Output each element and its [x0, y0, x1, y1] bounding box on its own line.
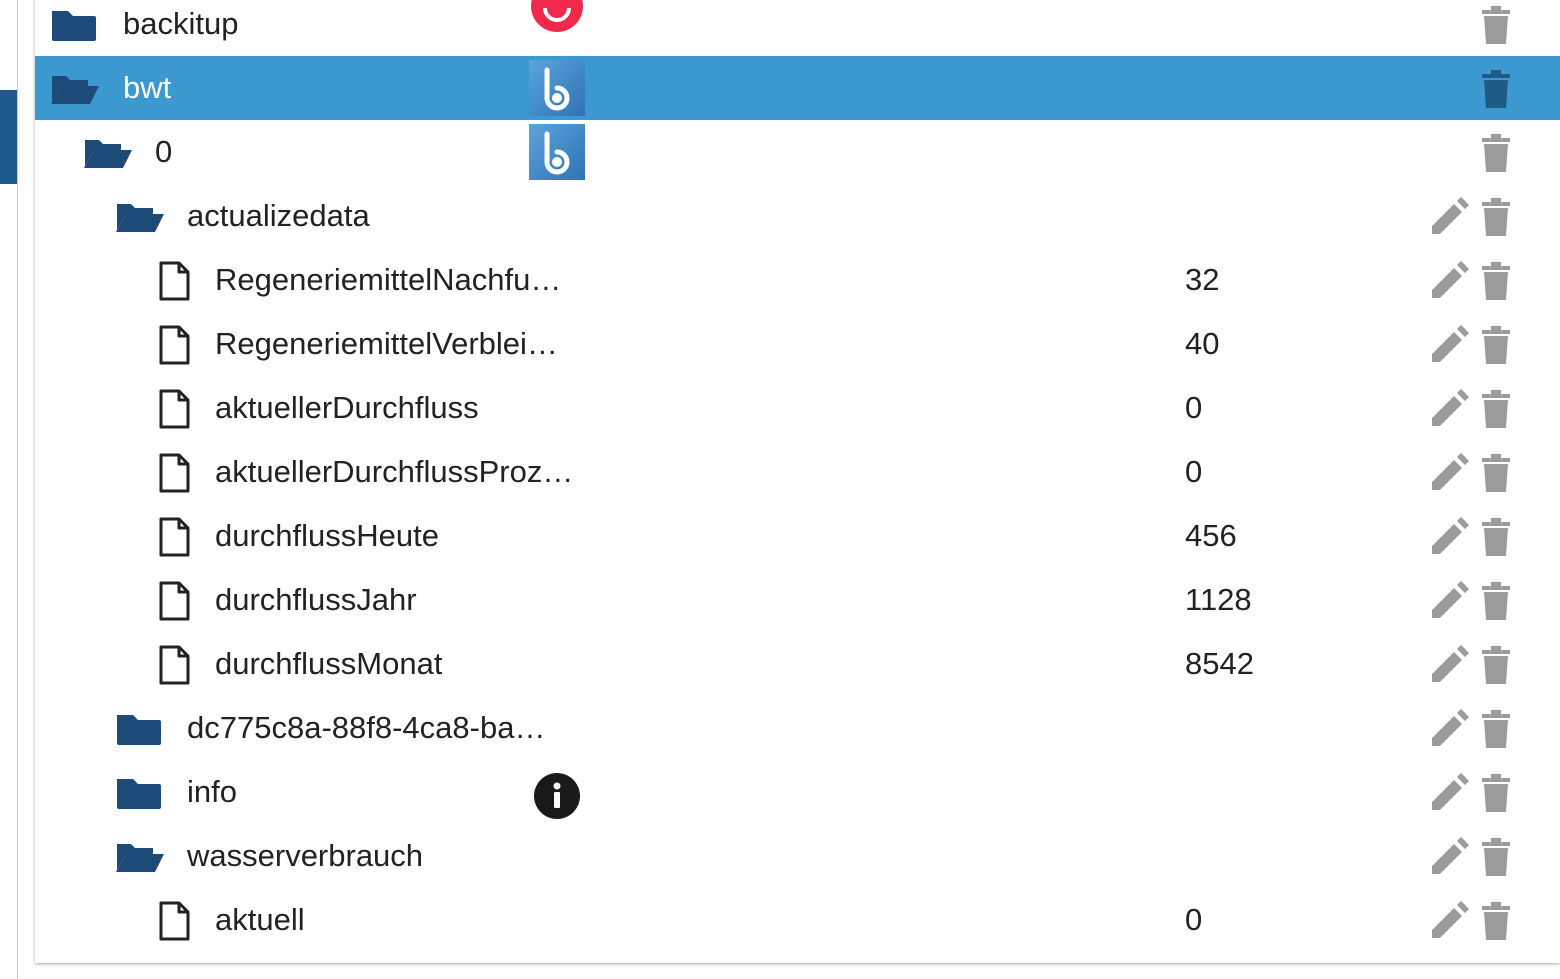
tree-row-value[interactable]: 1128	[1185, 568, 1252, 632]
tree-row-label: aktuell	[215, 902, 305, 937]
tree-row[interactable]: aktuellerDurchflussProz… 0	[35, 440, 1560, 504]
edit-icon[interactable]	[1428, 388, 1470, 430]
tree-row-label: durchflussHeute	[215, 518, 440, 553]
edit-icon[interactable]	[1428, 516, 1470, 558]
bwt-icon	[529, 60, 585, 116]
tree-row-label: backitup	[123, 6, 239, 41]
info-icon	[529, 764, 585, 820]
tree-row-label: RegeneriemittelNachfu…	[215, 262, 562, 297]
delete-icon[interactable]	[1480, 900, 1512, 942]
folder-open-icon[interactable]	[82, 136, 134, 170]
tree-row[interactable]: info	[35, 760, 1560, 824]
delete-icon[interactable]	[1480, 4, 1512, 46]
tree-row-label: wasserverbrauch	[187, 838, 424, 873]
tree-row-label: dc775c8a-88f8-4ca8-bac…	[187, 710, 557, 745]
tree-row[interactable]: admin	[35, 952, 1560, 963]
file-icon	[155, 261, 207, 301]
tree-row[interactable]: actualizedata	[35, 184, 1560, 248]
edit-icon[interactable]	[1428, 324, 1470, 366]
bwt-icon	[529, 124, 585, 180]
tree-row-value[interactable]: 32	[1185, 248, 1219, 312]
folder-open-icon[interactable]	[49, 72, 101, 106]
tree-row-label: aktuellerDurchflussProz…	[215, 454, 574, 489]
tree-row[interactable]: durchflussHeute 456	[35, 504, 1560, 568]
delete-icon[interactable]	[1480, 580, 1512, 622]
tree-row-label: aktuellerDurchfluss	[215, 390, 479, 425]
edit-icon[interactable]	[1428, 836, 1470, 878]
delete-icon[interactable]	[1480, 516, 1512, 558]
tree-row[interactable]: RegeneriemittelVerblei… 40	[35, 312, 1560, 376]
file-icon	[155, 645, 207, 685]
delete-icon[interactable]	[1480, 388, 1512, 430]
folder-open-icon[interactable]	[114, 200, 166, 234]
tree-row-value[interactable]: 456	[1185, 504, 1237, 568]
delete-icon[interactable]	[1480, 196, 1512, 238]
tree-row-value[interactable]: 0	[1185, 440, 1202, 504]
tree-row-label: actualizedata	[187, 198, 370, 233]
edit-icon[interactable]	[1428, 580, 1470, 622]
folder-open-icon[interactable]	[114, 840, 166, 874]
file-icon	[155, 325, 207, 365]
tree-row-label: 0	[155, 134, 173, 169]
tree-row-label: info	[187, 774, 237, 809]
folder-closed-icon[interactable]	[49, 8, 101, 42]
tree-row-value[interactable]: 40	[1185, 312, 1219, 376]
delete-icon[interactable]	[1480, 772, 1512, 814]
delete-icon[interactable]	[1480, 68, 1512, 110]
edit-icon[interactable]	[1428, 196, 1470, 238]
edit-icon[interactable]	[1428, 452, 1470, 494]
tree-row-value[interactable]: 0	[1185, 888, 1202, 952]
backitup-icon	[529, 0, 585, 52]
delete-icon[interactable]	[1480, 836, 1512, 878]
edit-icon[interactable]	[1428, 644, 1470, 686]
edit-icon[interactable]	[1428, 708, 1470, 750]
file-icon	[155, 453, 207, 493]
folder-closed-icon[interactable]	[114, 776, 166, 810]
file-icon	[155, 389, 207, 429]
tree-row[interactable]: wasserverbrauch	[35, 824, 1560, 888]
tree-row[interactable]: bwt	[35, 56, 1560, 120]
document-icon	[529, 956, 585, 963]
left-panel-marker	[0, 90, 17, 184]
tree-row-value[interactable]: 0	[1185, 376, 1202, 440]
delete-icon[interactable]	[1480, 452, 1512, 494]
tree-row[interactable]: durchflussMonat 8542	[35, 632, 1560, 696]
delete-icon[interactable]	[1480, 708, 1512, 750]
edit-icon[interactable]	[1428, 900, 1470, 942]
delete-icon[interactable]	[1480, 260, 1512, 302]
edit-icon[interactable]	[1428, 260, 1470, 302]
file-icon	[155, 901, 207, 941]
tree-row[interactable]: 0	[35, 120, 1560, 184]
file-icon	[155, 517, 207, 557]
tree-row-label: durchflussMonat	[215, 646, 443, 681]
delete-icon[interactable]	[1480, 324, 1512, 366]
tree-row-label: admin	[155, 952, 239, 963]
left-panel-divider	[17, 0, 18, 979]
tree-row-label: durchflussJahr	[215, 582, 417, 617]
object-tree: backitup bwt 0 actualizedata Regeneriemittel…	[35, 0, 1560, 963]
tree-row[interactable]: aktuell 0	[35, 888, 1560, 952]
edit-icon[interactable]	[1428, 772, 1470, 814]
tree-row-label: bwt	[123, 70, 172, 105]
folder-closed-icon[interactable]	[114, 712, 166, 746]
delete-icon[interactable]	[1480, 132, 1512, 174]
tree-row-value[interactable]: 8542	[1185, 632, 1254, 696]
delete-icon[interactable]	[1480, 644, 1512, 686]
tree-row[interactable]: dc775c8a-88f8-4ca8-bac…	[35, 696, 1560, 760]
tree-row-label: RegeneriemittelVerblei…	[215, 326, 558, 361]
file-icon	[155, 581, 207, 621]
tree-row[interactable]: durchflussJahr 1128	[35, 568, 1560, 632]
tree-row[interactable]: backitup	[35, 0, 1560, 56]
tree-row[interactable]: RegeneriemittelNachfu… 32	[35, 248, 1560, 312]
tree-row[interactable]: aktuellerDurchfluss 0	[35, 376, 1560, 440]
